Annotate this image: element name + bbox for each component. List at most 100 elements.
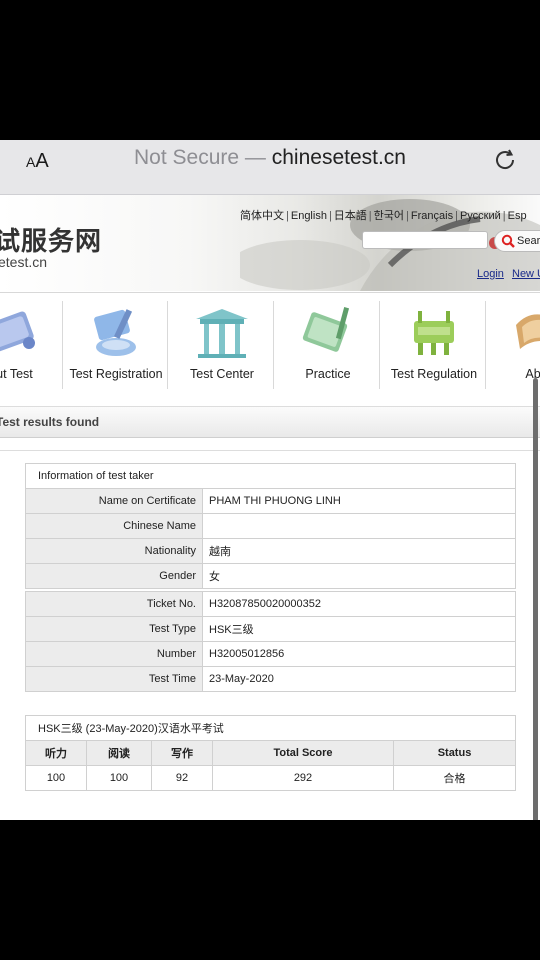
search-button[interactable]: Sear <box>494 230 540 252</box>
reload-icon[interactable] <box>492 147 518 173</box>
lang-ko[interactable]: 한국어 <box>374 210 404 222</box>
nav-test-regulation[interactable]: Test Regulation <box>382 301 486 389</box>
table-row: Number H32005012856 <box>25 641 516 667</box>
reader-text-size-button[interactable]: AA <box>26 150 49 173</box>
lang-en[interactable]: English <box>291 210 327 222</box>
address-bar[interactable]: AA Not Secure — chinesetest.cn <box>0 140 540 195</box>
separator: | <box>328 210 332 222</box>
temple-icon <box>196 309 248 358</box>
scrollbar[interactable] <box>533 378 538 820</box>
row-value <box>202 513 516 539</box>
row-label: Test Type <box>25 616 203 642</box>
row-label: Gender <box>25 563 203 589</box>
nav-about-test[interactable]: out Test <box>0 301 63 389</box>
table-caption-row: Information of test taker <box>25 463 516 489</box>
aa-big-letter: A <box>35 150 49 172</box>
nav-test-registration[interactable]: Test Registration <box>64 301 168 389</box>
lang-ja[interactable]: 日本語 <box>334 210 367 222</box>
login-link[interactable]: Login <box>477 268 504 280</box>
results-title: Test results found <box>0 415 100 429</box>
row-label: Name on Certificate <box>25 488 203 514</box>
score-row: 100 100 92 292 合格 <box>25 765 516 791</box>
row-value: H32005012856 <box>202 641 516 667</box>
separator: | <box>406 210 409 222</box>
score-writing: 92 <box>151 765 213 791</box>
row-value: HSK三级 <box>202 616 516 642</box>
row-label: Number <box>25 641 203 667</box>
language-bar: 简体中文 | English | 日本語 | 한국어 | Français | Русский | Es… <box>240 207 527 223</box>
nav-divider <box>379 301 380 389</box>
lang-ru[interactable]: Русский <box>460 210 501 222</box>
header-status: Status <box>393 740 516 766</box>
separator: | <box>455 210 458 222</box>
header-listening: 听力 <box>25 740 87 766</box>
table-row: Name on Certificate PHAM THI PHUONG LINH <box>25 488 516 514</box>
row-label: Ticket No. <box>25 591 203 617</box>
aa-small-letter: A <box>26 154 36 170</box>
site-header: 试服务网 etest.cn 简体中文 | English | 日本語 | 한국어 | Franç… <box>0 195 540 291</box>
test-taker-caption: Information of test taker <box>25 463 516 489</box>
score-total: 292 <box>212 765 394 791</box>
row-value: 23-May-2020 <box>202 666 516 692</box>
nav-test-center[interactable]: Test Center <box>170 301 274 389</box>
lang-zh[interactable]: 简体中文 <box>240 210 284 222</box>
search-input[interactable] <box>362 231 488 249</box>
score-listening: 100 <box>25 765 87 791</box>
nav-divider <box>485 301 486 389</box>
table-row: Test Type HSK三级 <box>25 616 516 642</box>
nav-divider <box>273 301 274 389</box>
test-taker-table: Information of test taker Name on Certif… <box>25 463 516 692</box>
separator: | <box>368 210 372 222</box>
scroll-icon <box>0 311 35 353</box>
practice-scroll-icon <box>302 307 350 352</box>
nav-label: Test Center <box>190 367 254 381</box>
separator: | <box>502 210 506 222</box>
site-domain: etest.cn <box>0 254 48 270</box>
nav-label: Test Regulation <box>390 367 478 381</box>
row-label: Nationality <box>25 538 203 564</box>
nav-label: Practice <box>305 367 351 381</box>
nav-label: Test Registration <box>69 367 163 381</box>
table-row: Ticket No. H32087850020000352 <box>25 591 516 617</box>
score-table: HSK三级 (23-May-2020)汉语水平考试 听力 阅读 写作 Total… <box>25 715 516 791</box>
table-caption-row: HSK三级 (23-May-2020)汉语水平考试 <box>25 715 516 741</box>
table-row: Chinese Name <box>25 513 516 539</box>
bronze-vessel-icon <box>414 311 454 355</box>
nav-label: out Test <box>0 367 33 381</box>
row-value: 越南 <box>202 538 516 564</box>
url-field[interactable]: Not Secure — chinesetest.cn <box>80 146 460 170</box>
nav-divider <box>167 301 168 389</box>
row-value: 女 <box>202 563 516 589</box>
header-total-score: Total Score <box>212 740 394 766</box>
nav-divider <box>62 301 63 389</box>
score-status: 合格 <box>393 765 516 791</box>
not-secure-label: Not Secure — <box>134 146 272 169</box>
nav-about[interactable]: Abou <box>488 301 540 389</box>
url-domain: chinesetest.cn <box>271 146 406 169</box>
table-row: Nationality 越南 <box>25 538 516 564</box>
results-heading-bar: Test results found <box>0 406 540 438</box>
nav-practice[interactable]: Practice <box>276 301 380 389</box>
row-value: H32087850020000352 <box>202 591 516 617</box>
about-icon <box>516 314 540 349</box>
browser-screen: AA Not Secure — chinesetest.cn 试服务网 etes… <box>0 140 540 820</box>
score-header-row: 听力 阅读 写作 Total Score Status <box>25 740 516 766</box>
registration-icon <box>94 309 136 356</box>
lang-es[interactable]: Esp <box>508 210 527 222</box>
row-label: Test Time <box>25 666 203 692</box>
header-reading: 阅读 <box>86 740 152 766</box>
search-icon <box>501 234 515 248</box>
table-row: Test Time 23-May-2020 <box>25 666 516 692</box>
site-logo[interactable]: 试服务网 <box>0 221 102 258</box>
main-nav: out Test Test Registration Test Cent <box>0 292 540 399</box>
table-row: Gender 女 <box>25 563 516 589</box>
lang-fr[interactable]: Français <box>411 210 453 222</box>
score-caption: HSK三级 (23-May-2020)汉语水平考试 <box>25 715 516 741</box>
header-writing: 写作 <box>151 740 213 766</box>
score-reading: 100 <box>86 765 152 791</box>
row-label: Chinese Name <box>25 513 203 539</box>
new-user-link[interactable]: New U <box>512 268 540 280</box>
separator: | <box>286 210 289 222</box>
search-button-label: Sear <box>517 235 540 247</box>
row-value: PHAM THI PHUONG LINH <box>202 488 516 514</box>
